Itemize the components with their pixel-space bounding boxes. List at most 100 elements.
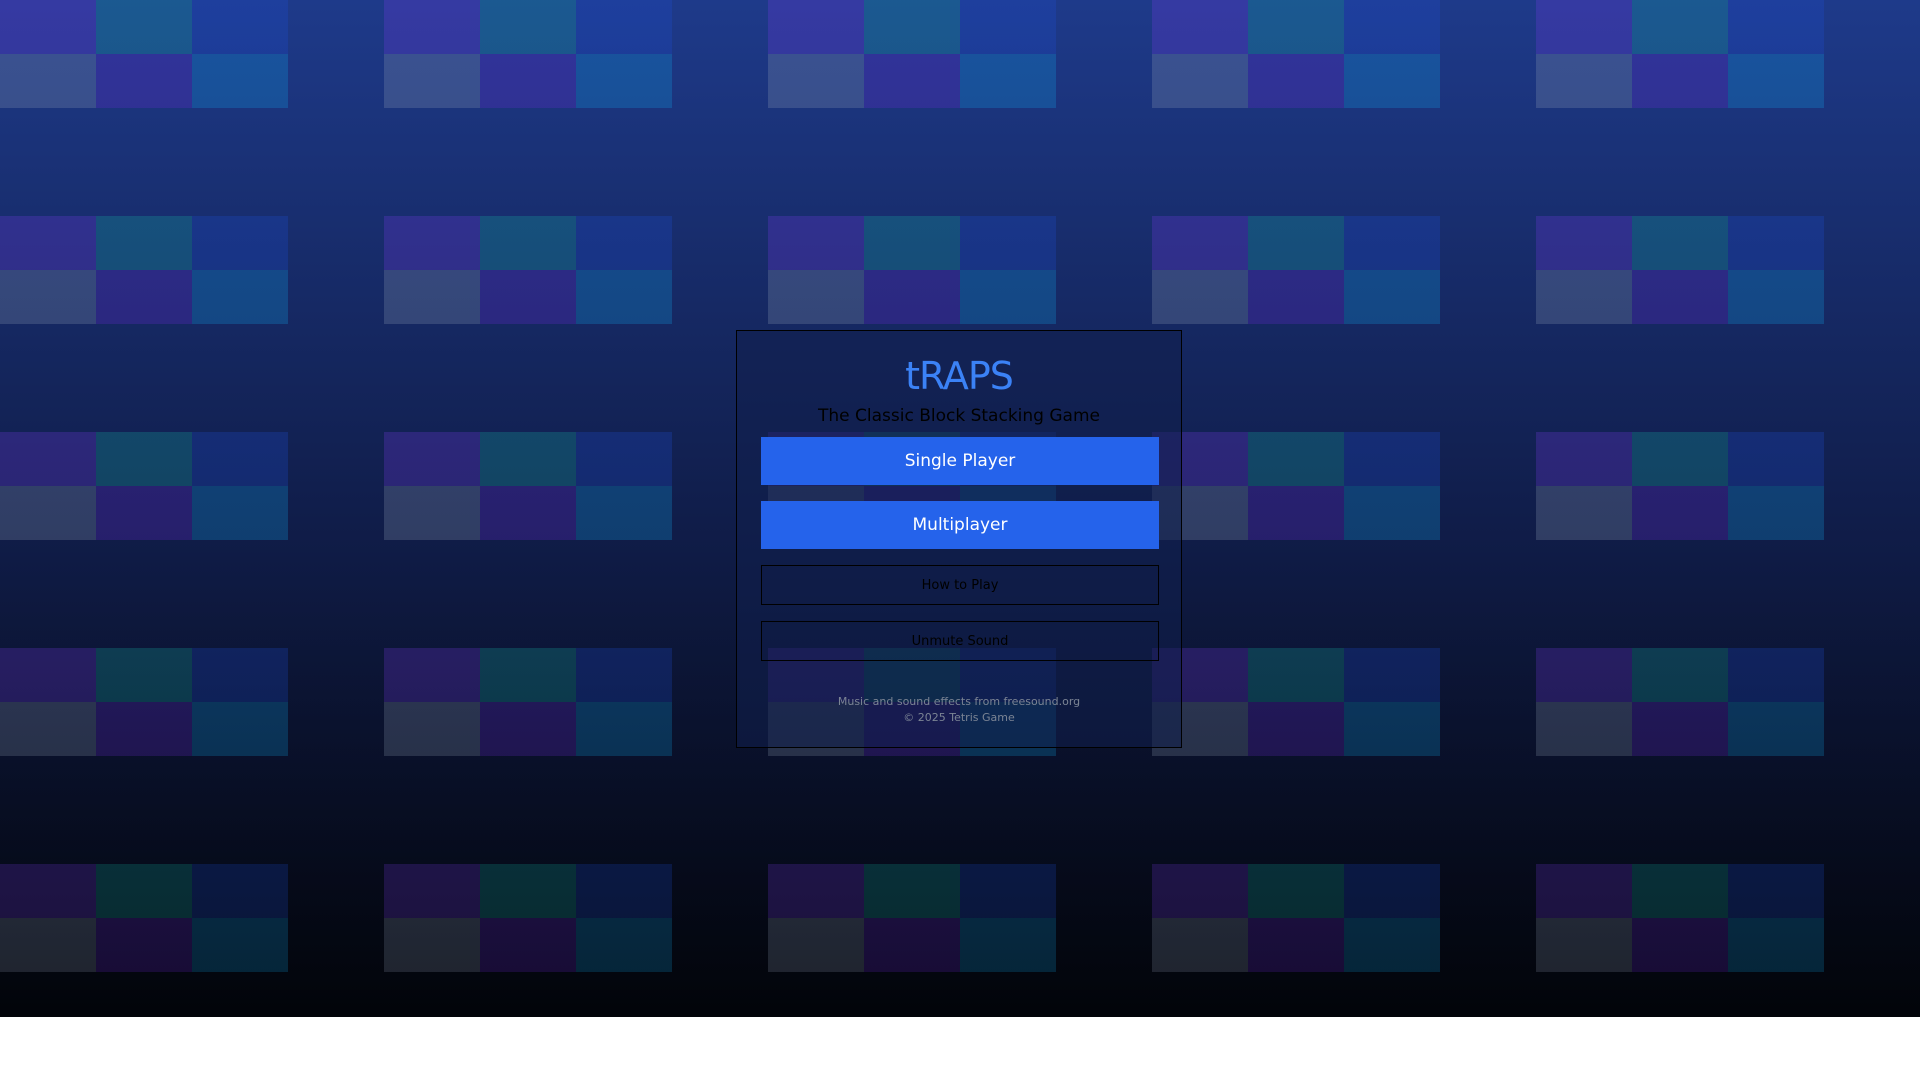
background-block xyxy=(768,0,864,54)
background-block xyxy=(1344,432,1440,486)
background-block xyxy=(576,270,672,324)
background-block xyxy=(1632,0,1728,54)
background-block xyxy=(1248,486,1344,540)
background-block xyxy=(1632,486,1728,540)
unmute-sound-button[interactable]: Unmute Sound xyxy=(761,621,1159,661)
background-block xyxy=(192,648,288,702)
background-block xyxy=(384,0,480,54)
background-block xyxy=(96,0,192,54)
background-block xyxy=(1344,648,1440,702)
footer-credits: Music and sound effects from freesound.o… xyxy=(737,694,1181,726)
background-block xyxy=(0,702,96,756)
background-block xyxy=(192,702,288,756)
background-block xyxy=(1632,648,1728,702)
background-block xyxy=(1248,432,1344,486)
background-block xyxy=(480,486,576,540)
background-block xyxy=(192,918,288,972)
background-block xyxy=(1344,0,1440,54)
background-block xyxy=(0,432,96,486)
multiplayer-button[interactable]: Multiplayer xyxy=(761,501,1159,549)
background-block xyxy=(960,216,1056,270)
background-block xyxy=(1248,648,1344,702)
background-block xyxy=(480,216,576,270)
background-block xyxy=(864,864,960,918)
background-block xyxy=(1248,702,1344,756)
background-block xyxy=(576,918,672,972)
single-player-button[interactable]: Single Player xyxy=(761,437,1159,485)
background-block xyxy=(1632,54,1728,108)
background-block xyxy=(1152,0,1248,54)
background-block xyxy=(576,648,672,702)
background-block xyxy=(1632,270,1728,324)
background-block xyxy=(1632,864,1728,918)
how-to-play-button[interactable]: How to Play xyxy=(761,565,1159,605)
background-block xyxy=(960,0,1056,54)
background-block xyxy=(1632,216,1728,270)
background-block xyxy=(1728,486,1824,540)
background-block xyxy=(1152,216,1248,270)
background-block xyxy=(768,918,864,972)
background-block xyxy=(768,216,864,270)
game-subtitle: The Classic Block Stacking Game xyxy=(818,406,1100,426)
background-block xyxy=(1536,918,1632,972)
background-block xyxy=(480,54,576,108)
background-block xyxy=(768,864,864,918)
background-block xyxy=(96,432,192,486)
background-block xyxy=(384,864,480,918)
background-block xyxy=(0,216,96,270)
background-block xyxy=(96,216,192,270)
background-block xyxy=(1728,270,1824,324)
background-block xyxy=(480,270,576,324)
background-block xyxy=(1248,864,1344,918)
background-block xyxy=(384,270,480,324)
background-block xyxy=(1248,54,1344,108)
background-block xyxy=(1728,216,1824,270)
background-block xyxy=(576,216,672,270)
background-block xyxy=(384,702,480,756)
background-block xyxy=(384,486,480,540)
background-block xyxy=(96,702,192,756)
background-block xyxy=(384,918,480,972)
background-block xyxy=(96,864,192,918)
background-block xyxy=(480,0,576,54)
background-block xyxy=(1632,432,1728,486)
background-block xyxy=(1248,918,1344,972)
background-block xyxy=(0,918,96,972)
background-block xyxy=(576,0,672,54)
background-block xyxy=(864,54,960,108)
background-block xyxy=(576,702,672,756)
background-block xyxy=(576,864,672,918)
background-block xyxy=(0,54,96,108)
background-block xyxy=(1152,864,1248,918)
background-block xyxy=(1536,864,1632,918)
background-block xyxy=(192,864,288,918)
main-menu-panel: tRAPS The Classic Block Stacking Game Si… xyxy=(736,330,1182,748)
background-block xyxy=(1248,0,1344,54)
background-block xyxy=(1248,216,1344,270)
background-block xyxy=(864,918,960,972)
background-block xyxy=(768,54,864,108)
game-title: tRAPS xyxy=(905,354,1014,398)
background-block xyxy=(480,702,576,756)
background-block xyxy=(768,270,864,324)
background-block xyxy=(192,0,288,54)
background-block xyxy=(0,270,96,324)
background-block xyxy=(1536,486,1632,540)
background-block xyxy=(1632,918,1728,972)
background-block xyxy=(864,270,960,324)
background-block xyxy=(1152,918,1248,972)
background-block xyxy=(1536,0,1632,54)
background-block xyxy=(1344,864,1440,918)
background-block xyxy=(1728,918,1824,972)
background-block xyxy=(480,864,576,918)
background-block xyxy=(384,432,480,486)
background-block xyxy=(1152,54,1248,108)
background-block xyxy=(1728,0,1824,54)
copyright-text: © 2025 Tetris Game xyxy=(903,711,1015,724)
background-block xyxy=(0,0,96,54)
background-block xyxy=(192,270,288,324)
background-block xyxy=(1536,432,1632,486)
background-block xyxy=(576,432,672,486)
background-block xyxy=(960,54,1056,108)
background-block xyxy=(1344,216,1440,270)
